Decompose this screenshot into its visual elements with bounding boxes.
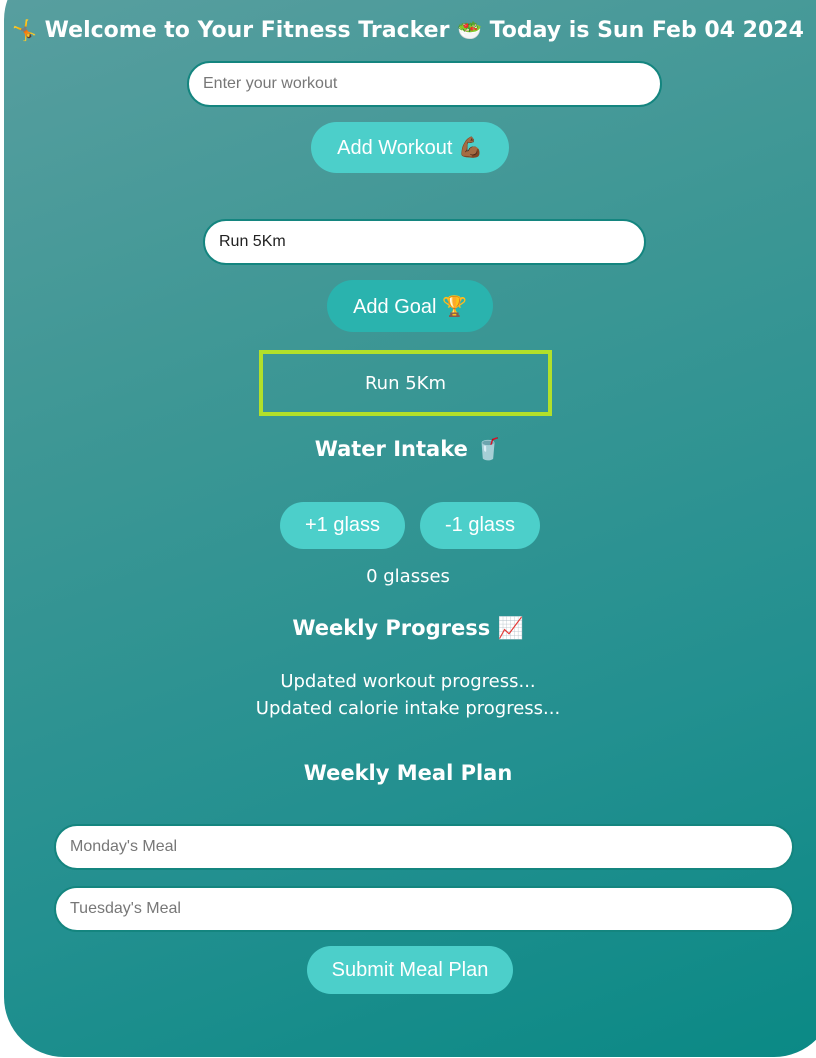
workout-input[interactable] [187, 61, 662, 107]
submit-meal-plan-button[interactable]: Submit Meal Plan [307, 946, 513, 994]
welcome-text: Welcome to Your Fitness Tracker [44, 18, 450, 43]
date-text: Today is Sun Feb 04 2024 [489, 18, 804, 43]
meal-plan-heading: Weekly Meal Plan [303, 761, 513, 785]
salad-icon: 🥗 [457, 18, 482, 42]
add-workout-button[interactable]: Add Workout 💪🏾 [311, 122, 509, 173]
monday-meal-input[interactable] [54, 824, 794, 870]
water-intake-heading: Water Intake 🥤 [314, 437, 502, 461]
add-glass-button[interactable]: +1 glass [280, 502, 405, 549]
current-goal-display: Run 5Km [259, 350, 552, 416]
workout-progress-text: Updated workout progress... [280, 671, 536, 692]
goal-input[interactable] [203, 219, 646, 265]
current-goal-text: Run 5Km [364, 372, 447, 394]
add-goal-button[interactable]: Add Goal 🏆 [327, 280, 493, 332]
remove-glass-button[interactable]: -1 glass [420, 502, 540, 549]
cartwheel-icon: 🤸 [12, 18, 37, 42]
weekly-progress-heading: Weekly Progress 📈 [292, 616, 524, 640]
tuesday-meal-input[interactable] [54, 886, 794, 932]
glass-count: 0 glasses [366, 566, 450, 587]
page-title: 🤸 Welcome to Your Fitness Tracker 🥗 Toda… [0, 18, 816, 43]
calorie-progress-text: Updated calorie intake progress... [255, 698, 561, 719]
